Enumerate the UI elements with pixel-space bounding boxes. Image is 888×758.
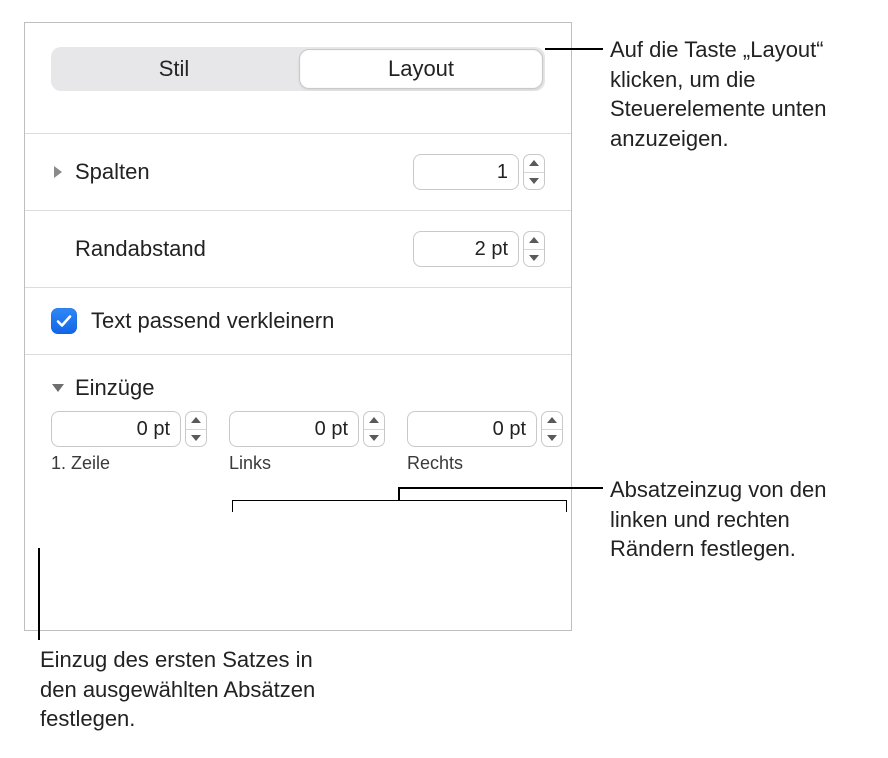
randabstand-row: Randabstand 2 pt [25, 211, 571, 287]
einzug-right-step-up[interactable] [542, 412, 562, 429]
spalten-value: 1 [497, 161, 508, 184]
spalten-stepper-box: 1 [413, 154, 545, 190]
einzug-first-stepper [185, 411, 207, 447]
callout-margins-text: Absatzeinzug von den linken und rechten … [610, 475, 870, 564]
chevron-down-icon [369, 435, 379, 441]
spalten-stepper [523, 154, 545, 190]
shrink-checkbox-row[interactable]: Text passend verkleinern [51, 308, 545, 334]
einzug-first-step-up[interactable] [186, 412, 206, 429]
randabstand-value: 2 pt [475, 238, 508, 261]
einzug-left-step-down[interactable] [364, 429, 384, 447]
einzuege-heading-row[interactable]: Einzüge [51, 375, 545, 401]
checkbox-checked-icon [51, 308, 77, 334]
chevron-up-icon [369, 417, 379, 423]
einzug-first-value: 0 pt [137, 418, 170, 441]
shrink-row: Text passend verkleinern [25, 288, 571, 354]
tab-stil[interactable]: Stil [53, 49, 295, 89]
randabstand-stepper [523, 231, 545, 267]
einzug-right-input[interactable]: 0 pt [407, 411, 537, 447]
tab-layout-label: Layout [388, 56, 454, 82]
chevron-down-icon [529, 255, 539, 261]
chevron-up-icon [191, 417, 201, 423]
randabstand-step-up[interactable] [524, 232, 544, 249]
einzug-left-stepper [363, 411, 385, 447]
chevron-up-icon [529, 237, 539, 243]
einzug-first-label: 1. Zeile [51, 453, 207, 474]
einzuege-fields: 0 pt 1. Zeile 0 pt [51, 411, 545, 474]
callout-line [38, 548, 40, 640]
spalten-row: Spalten 1 [25, 134, 571, 210]
callout-firstline-text: Einzug des ersten Satzes in den ausgewäh… [40, 645, 340, 734]
randabstand-stepper-box: 2 pt [413, 231, 545, 267]
chevron-down-icon [547, 435, 557, 441]
spalten-input[interactable]: 1 [413, 154, 519, 190]
einzug-first: 0 pt 1. Zeile [51, 411, 207, 474]
chevron-up-icon [529, 160, 539, 166]
spalten-label: Spalten [75, 159, 150, 185]
einzuege-section: Einzüge 0 pt 1. Zeile 0 pt [25, 355, 571, 492]
einzuege-heading: Einzüge [75, 375, 155, 401]
randabstand-step-down[interactable] [524, 249, 544, 267]
callout-line [545, 48, 603, 50]
randabstand-input[interactable]: 2 pt [413, 231, 519, 267]
callout-layout-text: Auf die Taste „Layout“ klicken, um die S… [610, 35, 870, 154]
layout-inspector-panel: Stil Layout Spalten 1 Randabstand [24, 22, 572, 631]
einzug-right-value: 0 pt [493, 418, 526, 441]
callout-line [398, 487, 400, 500]
chevron-down-icon [191, 435, 201, 441]
einzug-first-input[interactable]: 0 pt [51, 411, 181, 447]
inspector-segmented: Stil Layout [51, 47, 545, 91]
einzug-right-stepper [541, 411, 563, 447]
einzug-left-label: Links [229, 453, 385, 474]
tab-layout[interactable]: Layout [299, 49, 543, 89]
spalten-left: Spalten [51, 159, 150, 185]
einzug-right: 0 pt Rechts [407, 411, 563, 474]
chevron-down-icon [51, 381, 65, 395]
chevron-down-icon [529, 178, 539, 184]
chevron-right-icon[interactable] [51, 165, 65, 179]
chevron-up-icon [547, 417, 557, 423]
einzug-right-step-down[interactable] [542, 429, 562, 447]
einzug-right-label: Rechts [407, 453, 563, 474]
einzug-left-value: 0 pt [315, 418, 348, 441]
callout-line [398, 487, 603, 489]
einzug-left: 0 pt Links [229, 411, 385, 474]
tab-stil-label: Stil [159, 56, 190, 82]
einzug-left-input[interactable]: 0 pt [229, 411, 359, 447]
einzug-left-step-up[interactable] [364, 412, 384, 429]
spalten-step-up[interactable] [524, 155, 544, 172]
randabstand-label: Randabstand [75, 236, 206, 262]
einzug-first-step-down[interactable] [186, 429, 206, 447]
shrink-label: Text passend verkleinern [91, 308, 334, 334]
callout-bracket [232, 500, 567, 512]
spalten-step-down[interactable] [524, 172, 544, 190]
